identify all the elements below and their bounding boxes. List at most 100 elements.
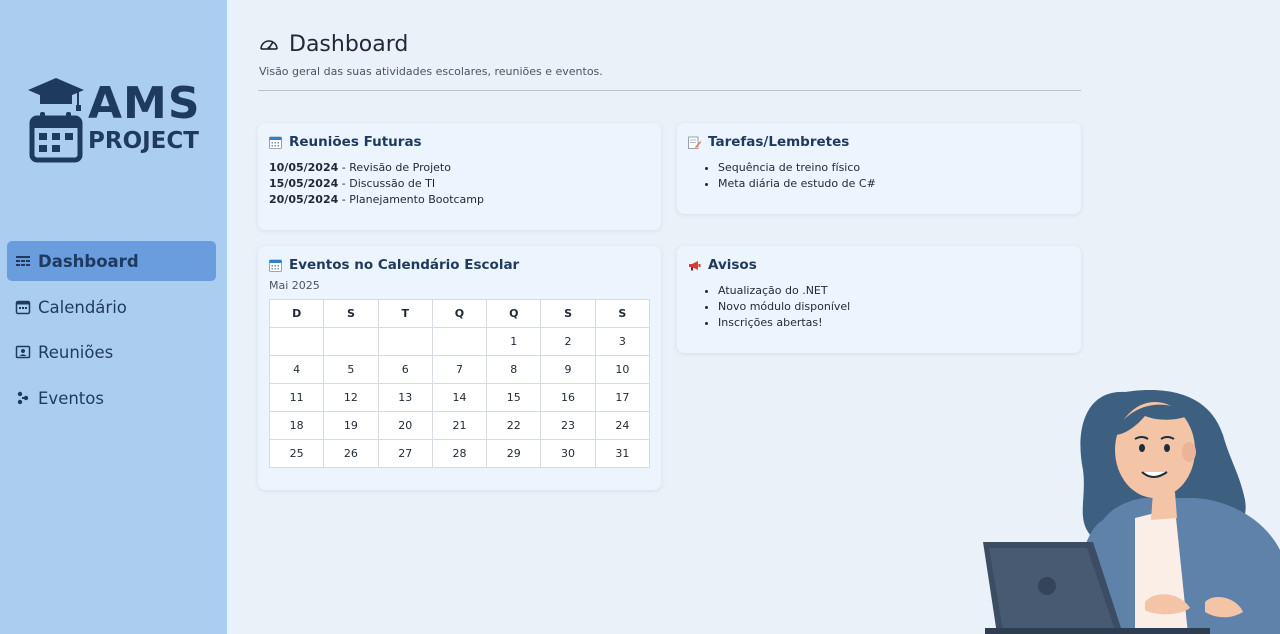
sidebar-item-reunioes[interactable]: Reuniões	[7, 332, 216, 372]
meetings-card-title: Reuniões Futuras	[289, 134, 422, 150]
sidebar-item-label: Reuniões	[38, 342, 114, 362]
sidebar: AMS PROJECT Dashboard Calendário Reuniõe…	[0, 0, 227, 634]
calendar-day-cell	[323, 327, 379, 356]
logo: AMS PROJECT	[26, 74, 206, 166]
divider	[258, 90, 1081, 91]
list-item: 10/05/2024 - Revisão de Projeto	[269, 160, 650, 176]
megaphone-icon	[689, 260, 701, 270]
woman-laptop-illustration	[983, 389, 1280, 634]
meeting-desc: - Discussão de TI	[338, 177, 436, 190]
tasks-list: Sequência de treino físico Meta diária d…	[688, 160, 1070, 192]
calendar-day-cell[interactable]: 23	[540, 411, 596, 440]
sidebar-item-dashboard[interactable]: Dashboard	[7, 241, 216, 281]
weekday-header: S	[323, 299, 379, 328]
calendar-week-row: 11 12 13 14 15 16 17	[268, 383, 651, 412]
calendar-day-cell	[268, 327, 325, 356]
dashboard-list-icon	[16, 256, 30, 266]
notices-card-header: Avisos	[688, 257, 1070, 273]
calendar-day-cell[interactable]: 22	[486, 411, 542, 440]
calendar-day-cell[interactable]: 2	[540, 327, 596, 356]
calendar-weekday-row: D S T Q Q S S	[268, 299, 651, 328]
sidebar-item-eventos[interactable]: Eventos	[7, 378, 216, 418]
calendar-month-label: Mai 2025	[269, 279, 320, 292]
list-item: 15/05/2024 - Discussão de TI	[269, 176, 650, 192]
weekday-header: Q	[486, 299, 542, 328]
calendar-day-cell[interactable]: 25	[268, 439, 325, 468]
weekday-header: T	[377, 299, 433, 328]
calendar-day-cell[interactable]: 18	[268, 411, 325, 440]
calendar-icon	[269, 259, 282, 272]
logo-ams-text: AMS	[88, 78, 201, 129]
calendar-week-row: 18 19 20 21 22 23 24	[268, 411, 651, 440]
speedometer-icon	[260, 39, 278, 50]
events-calendar-card-title: Eventos no Calendário Escolar	[289, 257, 520, 273]
calendar-day-cell[interactable]: 19	[323, 411, 379, 440]
calendar-day-cell[interactable]: 16	[540, 383, 596, 412]
calendar-day-cell[interactable]: 14	[431, 383, 488, 412]
calendar-day-cell[interactable]: 10	[594, 355, 651, 384]
tasks-card-title: Tarefas/Lembretes	[708, 134, 850, 150]
logo-project-text: PROJECT	[88, 128, 199, 154]
calendar-grid: D S T Q Q S S 123 4 5 6 7 8 9 10 11 12 13 14 15 16 1…	[268, 299, 651, 468]
meeting-desc: - Planejamento Bootcamp	[338, 193, 484, 206]
sidebar-item-label: Calendário	[38, 297, 127, 317]
weekday-header: S	[594, 299, 651, 328]
calendar-day-cell[interactable]: 15	[486, 383, 542, 412]
calendar-icon	[269, 136, 282, 149]
calendar-icon	[15, 300, 31, 315]
calendar-day-cell[interactable]: 30	[540, 439, 596, 468]
notices-card-title: Avisos	[708, 257, 757, 273]
calendar-day-cell[interactable]: 29	[486, 439, 542, 468]
sidebar-item-label: Dashboard	[38, 251, 139, 271]
calendar-day-cell[interactable]: 4	[268, 355, 325, 384]
calendar-day-cell[interactable]: 13	[377, 383, 433, 412]
weekday-header: D	[268, 299, 325, 328]
meeting-desc: - Revisão de Projeto	[338, 161, 451, 174]
calendar-day-cell[interactable]: 20	[377, 411, 433, 440]
calendar-week-row: 4 5 6 7 8 9 10	[268, 355, 651, 384]
calendar-day-cell[interactable]: 17	[594, 383, 651, 412]
tasks-card-header: Tarefas/Lembretes	[688, 134, 1070, 150]
confetti-icon	[17, 391, 29, 405]
meetings-card: Reuniões Futuras 10/05/2024 - Revisão de…	[258, 123, 661, 230]
meeting-date: 10/05/2024	[269, 161, 339, 174]
list-item: 20/05/2024 - Planejamento Bootcamp	[269, 192, 650, 208]
sidebar-item-label: Eventos	[38, 388, 104, 408]
calendar-day-cell	[431, 327, 488, 356]
page-subtitle: Visão geral das suas atividades escolare…	[259, 65, 603, 78]
list-item: Inscrições abertas!	[718, 315, 1070, 331]
meeting-date: 15/05/2024	[269, 177, 339, 190]
memo-pencil-icon	[688, 136, 701, 149]
calendar-day-cell[interactable]: 21	[431, 411, 488, 440]
calendar-day-cell[interactable]: 1	[486, 327, 542, 356]
tasks-card: Tarefas/Lembretes Sequência de treino fí…	[677, 123, 1081, 214]
calendar-day-cell[interactable]: 6	[377, 355, 433, 384]
calendar-day-cell[interactable]: 26	[323, 439, 379, 468]
list-item: Meta diária de estudo de C#	[718, 176, 1070, 192]
list-item: Atualização do .NET	[718, 283, 1070, 299]
notices-list: Atualização do .NET Novo módulo disponív…	[688, 283, 1070, 331]
calendar-day-cell[interactable]: 27	[377, 439, 433, 468]
meeting-date: 20/05/2024	[269, 193, 339, 206]
calendar-day-cell[interactable]: 28	[431, 439, 488, 468]
calendar-day-cell[interactable]: 5	[323, 355, 379, 384]
calendar-day-cell[interactable]: 3	[594, 327, 651, 356]
calendar-day-cell[interactable]: 12	[323, 383, 379, 412]
calendar-day-cell[interactable]: 9	[540, 355, 596, 384]
notices-card: Avisos Atualização do .NET Novo módulo d…	[677, 246, 1081, 353]
calendar-day-cell[interactable]: 7	[431, 355, 488, 384]
weekday-header: S	[540, 299, 596, 328]
events-calendar-card-header: Eventos no Calendário Escolar	[269, 257, 650, 273]
calendar-day-cell[interactable]: 31	[594, 439, 651, 468]
page-title: Dashboard	[289, 32, 409, 57]
calendar-day-cell	[377, 327, 433, 356]
calendar-day-cell[interactable]: 11	[268, 383, 325, 412]
meetings-card-header: Reuniões Futuras	[269, 134, 650, 150]
calendar-day-cell[interactable]: 8	[486, 355, 542, 384]
calendar-day-cell[interactable]: 24	[594, 411, 651, 440]
weekday-header: Q	[431, 299, 488, 328]
list-item: Novo módulo disponível	[718, 299, 1070, 315]
list-item: Sequência de treino físico	[718, 160, 1070, 176]
sidebar-item-calendario[interactable]: Calendário	[7, 287, 216, 327]
calendar-week-row: 123	[268, 327, 651, 356]
